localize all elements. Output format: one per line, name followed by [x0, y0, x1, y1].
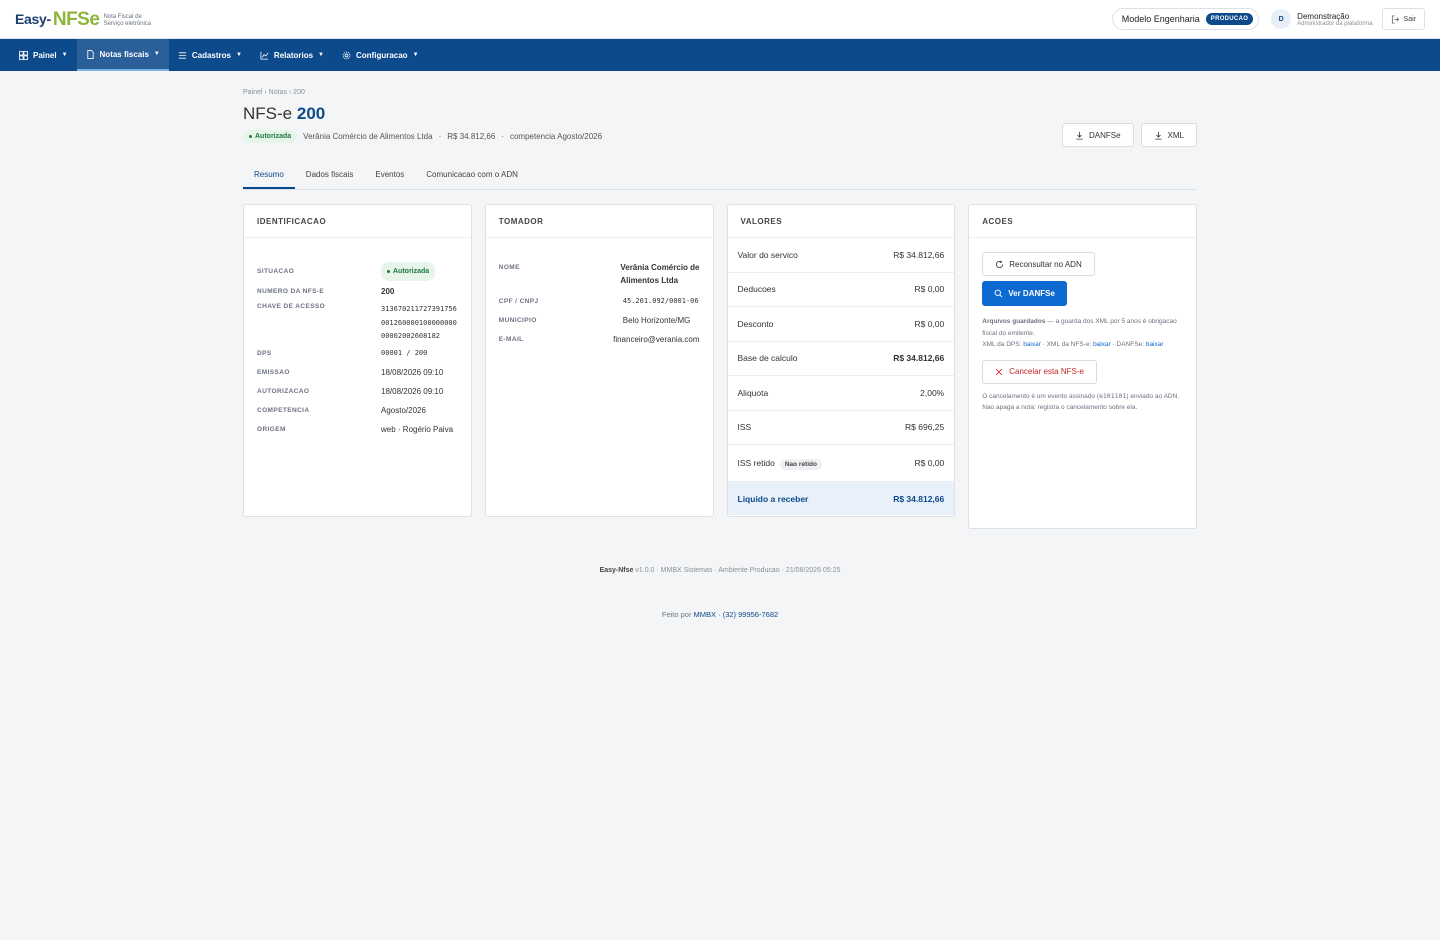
chevron-down-icon: ▼: [318, 52, 324, 58]
phone-link[interactable]: · (32) 99956-7682: [716, 610, 778, 619]
refresh-icon: [996, 260, 1004, 268]
top-header: Easy- NFSe Nota Fiscal de Serviço eletrôn…: [0, 0, 1440, 39]
logo-nfse: NFSe: [52, 8, 100, 30]
cancel-note: O cancelamento é um evento assinado (e10…: [982, 391, 1180, 412]
download-xml-nfse-link[interactable]: baixar: [1093, 341, 1111, 348]
status-badge: Autorizada: [243, 130, 298, 143]
chart-icon: [260, 51, 269, 60]
search-icon: [994, 289, 1003, 298]
company-selector[interactable]: Modelo Engenharia PRODUCAO: [1111, 8, 1260, 30]
download-danfse-link[interactable]: baixar: [1146, 341, 1164, 348]
access-key[interactable]: 313670211727391756 001260000100000000 0000…: [381, 303, 458, 344]
valor-row: Base de calculo R$ 34.812,66: [727, 342, 955, 376]
tab-dados-fiscais[interactable]: Dados fiscais: [295, 167, 365, 189]
logout-label: Sair: [1403, 15, 1416, 23]
tab-comunicacao-adn[interactable]: Comunicacao com o ADN: [415, 167, 529, 189]
reconsultar-adn-button[interactable]: Reconsultar no ADN: [982, 252, 1095, 276]
avatar: D: [1271, 9, 1292, 29]
card-acoes: ACOES Reconsultar no ADN Ver DANFSe Arqu…: [968, 204, 1197, 529]
ver-danfse-button[interactable]: Ver DANFSe: [982, 281, 1067, 306]
nav-label: Configuracao: [356, 50, 408, 60]
logo-easy: Easy-: [15, 11, 51, 27]
nav-painel[interactable]: Painel ▼: [10, 39, 77, 71]
card-identificacao: IDENTIFICACAO SITUACAO Autorizada NUMERO …: [243, 204, 472, 517]
valor-row: Desconto R$ 0,00: [727, 307, 955, 342]
valor-row: ISS R$ 696,25: [727, 411, 955, 445]
download-icon: [1154, 131, 1162, 140]
breadcrumb[interactable]: Painel › Notas › 200: [243, 89, 1197, 96]
subtitle-company: Verânia Comércio de Alimentos Ltda: [303, 132, 433, 141]
nav-label: Notas fiscais: [99, 49, 149, 59]
card-title: TOMADOR: [485, 205, 713, 238]
nav-configuracao[interactable]: Configuracao ▼: [333, 39, 428, 71]
tab-bar: Resumo Dados fiscais Eventos Comunicacao…: [243, 167, 1197, 190]
card-title: IDENTIFICACAO: [244, 205, 471, 238]
nav-notas-fiscais[interactable]: Notas fiscais ▼: [76, 39, 169, 71]
nav-label: Painel: [33, 50, 57, 60]
download-xml-button[interactable]: XML: [1140, 123, 1197, 147]
logo-subtitle: Nota Fiscal de Serviço eletrônica: [103, 14, 152, 27]
card-title: ACOES: [969, 205, 1196, 238]
card-title: VALORES: [727, 205, 955, 238]
valor-row: Aliquota 2,00%: [727, 376, 955, 411]
chevron-down-icon: ▼: [61, 52, 68, 58]
environment-badge: PRODUCAO: [1205, 13, 1254, 25]
chevron-down-icon: ▼: [235, 52, 242, 58]
list-icon: [178, 51, 186, 59]
tab-eventos[interactable]: Eventos: [364, 167, 415, 189]
liquido-row: Liquido a receber R$ 34.812,66: [727, 482, 955, 515]
download-xml-dps-link[interactable]: baixar: [1023, 341, 1041, 348]
main-navigation: Painel ▼ Notas fiscais ▼ Cadastros ▼ Relato…: [0, 39, 1440, 71]
grid-icon: [19, 50, 28, 60]
user-menu[interactable]: D Demonstração Administrador da platafor…: [1271, 9, 1373, 29]
document-icon: [86, 49, 94, 59]
nfse-number: 200: [296, 104, 326, 123]
cancelar-nfse-button[interactable]: Cancelar esta NFS-e: [982, 359, 1097, 384]
nav-cadastros[interactable]: Cadastros ▼: [169, 39, 251, 71]
page-title: NFS-e 200: [243, 104, 326, 123]
valor-row: Deducoes R$ 0,00: [727, 273, 955, 307]
footer-info: Easy-Nfse v1.0.0 · MMBX Sistemas · Ambie…: [599, 567, 841, 574]
user-role: Administrador da plataforma: [1297, 20, 1373, 27]
nav-relatorios[interactable]: Relatorios ▼: [251, 39, 333, 71]
logout-button[interactable]: Sair: [1381, 8, 1425, 30]
download-icon: [1076, 131, 1083, 140]
mmbx-link[interactable]: MMBX: [694, 610, 717, 619]
download-danfse-button[interactable]: DANFSe: [1061, 123, 1134, 147]
card-valores: VALORES Valor do servico R$ 34.812,66 Ded…: [726, 204, 956, 517]
tab-resumo[interactable]: Resumo: [243, 167, 295, 189]
gear-icon: [342, 51, 351, 59]
card-tomador: TOMADOR NOME Verânia Comércio de Alimentos…: [484, 204, 714, 517]
valor-row: ISS retido Nao retido R$ 0,00: [727, 445, 955, 482]
arquivos-note: Arquivos guardados — a guarda dos XML po…: [982, 318, 1177, 348]
chevron-down-icon: ▼: [412, 52, 419, 58]
company-name: Modelo Engenharia: [1121, 14, 1200, 24]
close-icon: [996, 368, 1003, 375]
chevron-down-icon: ▼: [153, 51, 160, 57]
logout-icon: [1391, 14, 1399, 24]
iss-retido-badge: Nao retido: [779, 459, 822, 470]
page-subtitle: Autorizada Verânia Comércio de Alimentos…: [243, 130, 602, 143]
app-logo[interactable]: Easy- NFSe Nota Fiscal de Serviço eletrôn…: [15, 10, 151, 29]
nav-label: Cadastros: [191, 50, 231, 60]
subtitle-competencia: competencia Agosto/2026: [509, 132, 603, 141]
user-name: Demonstração: [1297, 11, 1350, 21]
nav-label: Relatorios: [273, 50, 314, 60]
main-content: Painel › Notas › 200 NFS-e 200 Autorizad…: [243, 71, 1197, 529]
status-badge: Autorizada: [381, 261, 436, 281]
footer-credits: Feito por MMBX · (32) 99956-7682: [661, 610, 779, 619]
subtitle-amount: R$ 34.812,66: [447, 132, 496, 141]
valor-row: Valor do servico R$ 34.812,66: [727, 238, 955, 273]
